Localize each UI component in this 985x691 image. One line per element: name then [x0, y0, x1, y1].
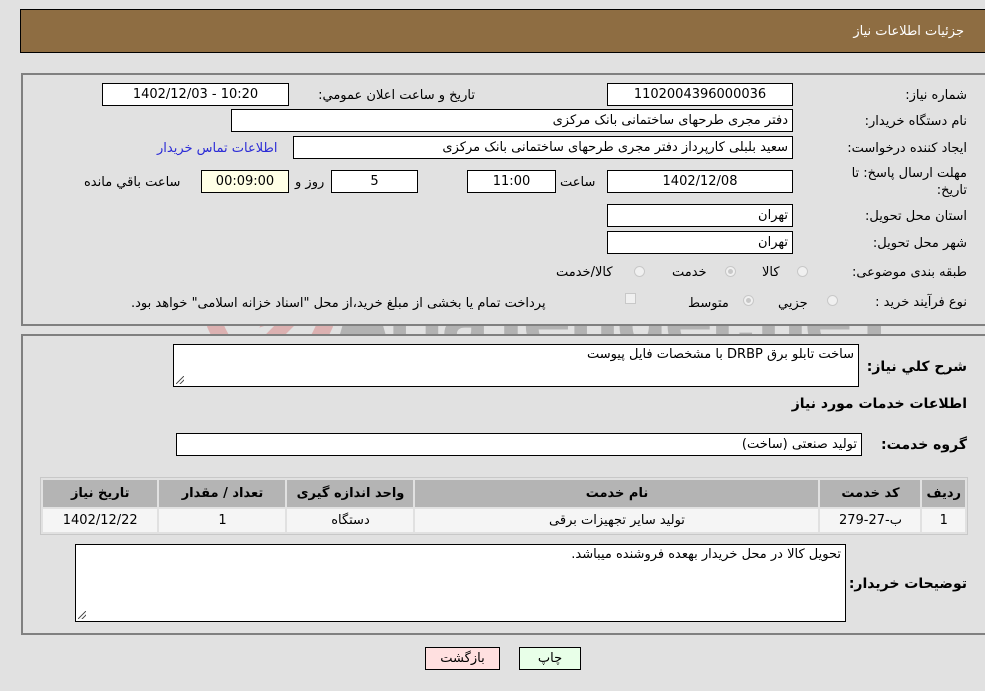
purchase-type-option-minor: جزيي [778, 296, 808, 311]
col-header-quantity: تعداد / مقدار [159, 480, 286, 507]
category-radio-goods-service[interactable] [634, 266, 645, 277]
cell-need-date: 1402/12/22 [43, 509, 158, 532]
page-title: جزئیات اطلاعات نیاز [853, 24, 964, 39]
need-number-field: 1102004396000036 [607, 83, 793, 106]
description-label: شرح کلي نیاز: [866, 359, 967, 375]
cell-quantity: 1 [159, 509, 286, 532]
service-group-field: تولید صنعتی (ساخت) [176, 433, 862, 456]
announce-datetime-label: تاریخ و ساعت اعلان عمومي: [318, 88, 475, 103]
treasury-checkbox[interactable] [625, 293, 636, 304]
cell-service-code: ب-27-279 [820, 509, 921, 532]
service-group-label: گروه خدمت: [881, 437, 967, 453]
resize-grip-icon[interactable] [176, 376, 184, 384]
services-heading: اطلاعات خدمات مورد نیاز [791, 396, 967, 412]
category-option-goods: کالا [762, 265, 780, 280]
need-number-label: شماره نیاز: [905, 88, 967, 103]
requester-field: سعید بلبلی کارپرداز دفتر مجری طرحهای ساخ… [293, 136, 793, 159]
deadline-date-field: 1402/12/08 [607, 170, 793, 193]
col-header-service-code: کد خدمت [820, 480, 921, 507]
cell-service-name: تولید سایر تجهیزات برقی [415, 509, 819, 532]
col-header-need-date: تاریخ نیاز [43, 480, 158, 507]
category-option-service: خدمت [672, 265, 707, 280]
buyer-org-field: دفتر مجری طرحهای ساختمانی بانک مرکزی [231, 109, 793, 132]
category-radio-service[interactable] [725, 266, 736, 277]
treasury-note: پرداخت تمام یا بخشی از مبلغ خرید،از محل … [131, 296, 546, 311]
remaining-days-label: روز و [295, 175, 325, 190]
cell-unit: دستگاه [287, 509, 414, 532]
deadline-label-line1: مهلت ارسال پاسخ: تا [851, 166, 967, 181]
category-label: طبقه بندی موضوعی: [851, 265, 967, 280]
col-header-row-number: ردیف [922, 480, 965, 507]
table-header-row: ردیف کد خدمت نام خدمت واحد اندازه گیری ت… [43, 480, 965, 507]
purchase-type-option-medium: متوسط [688, 296, 729, 311]
province-field: تهران [607, 204, 793, 227]
description-text: ساخت تابلو برق DRBP با مشخصات فایل پیوست [586, 347, 854, 362]
category-radio-goods[interactable] [797, 266, 808, 277]
remaining-time-field: 00:09:00 [201, 170, 289, 193]
page-header: جزئیات اطلاعات نیاز [20, 9, 985, 53]
purchase-type-radio-medium[interactable] [743, 295, 754, 306]
remaining-days-field: 5 [331, 170, 418, 193]
buyer-org-label: نام دستگاه خریدار: [864, 114, 967, 129]
buyer-contact-link[interactable]: اطلاعات تماس خریدار [157, 141, 277, 156]
services-table: ردیف کد خدمت نام خدمت واحد اندازه گیری ت… [40, 477, 968, 535]
col-header-service-name: نام خدمت [415, 480, 819, 507]
description-textarea[interactable]: ساخت تابلو برق DRBP با مشخصات فایل پیوست [173, 344, 859, 387]
print-button[interactable]: چاپ [519, 647, 581, 670]
deadline-label-line2: تاریخ: [936, 183, 967, 198]
category-option-goods-service: کالا/خدمت [556, 265, 613, 280]
cell-row-number: 1 [922, 509, 965, 532]
province-label: استان محل تحویل: [865, 209, 967, 224]
requester-label: ایجاد کننده درخواست: [847, 141, 967, 156]
buyer-notes-text: تحویل کالا در محل خریدار بهعده فروشنده م… [571, 547, 841, 562]
deadline-time-label: ساعت [560, 175, 596, 190]
purchase-type-radio-minor[interactable] [827, 295, 838, 306]
deadline-time-field: 11:00 [467, 170, 556, 193]
buyer-notes-textarea[interactable]: تحویل کالا در محل خریدار بهعده فروشنده م… [75, 544, 846, 622]
resize-grip-icon[interactable] [78, 611, 86, 619]
announce-datetime-field: 1402/12/03 - 10:20 [102, 83, 289, 106]
table-row: 1 ب-27-279 تولید سایر تجهیزات برقی دستگا… [43, 509, 965, 532]
city-label: شهر محل تحویل: [872, 236, 967, 251]
purchase-type-label: نوع فرآیند خرید : [875, 295, 967, 310]
city-field: تهران [607, 231, 793, 254]
buyer-notes-label: توضیحات خریدار: [848, 576, 967, 592]
back-button[interactable]: بازگشت [425, 647, 500, 670]
remaining-time-label: ساعت باقي مانده [84, 175, 181, 190]
col-header-unit: واحد اندازه گیری [287, 480, 414, 507]
